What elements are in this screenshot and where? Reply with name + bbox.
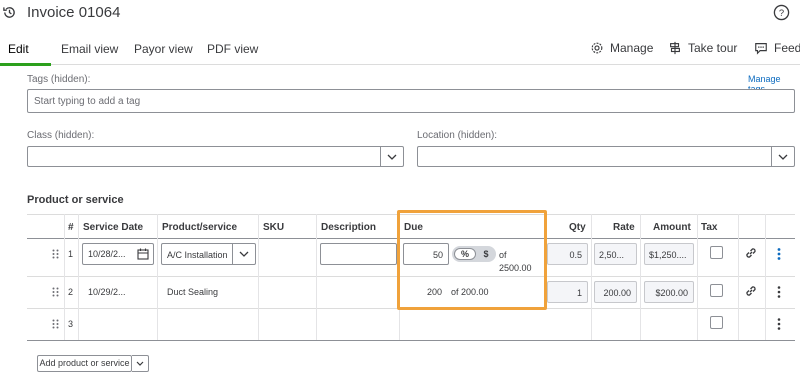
header-product-service: Product/service (162, 222, 238, 233)
feedback-icon (755, 43, 767, 55)
tab-pdf-view[interactable]: PDF view (207, 42, 258, 56)
product-value: A/C Installation (167, 250, 228, 260)
link-icon[interactable] (744, 246, 758, 260)
qty-value: 1 (576, 288, 582, 298)
location-label: Location (hidden): (417, 130, 498, 141)
service-date-value: 10/28/2... (88, 249, 126, 259)
take-tour-button[interactable]: Take tour (668, 41, 737, 55)
drag-handle-icon[interactable] (52, 287, 59, 297)
col-divider (258, 214, 259, 340)
amount-value: $1,250.... (649, 250, 687, 260)
tab-email-view[interactable]: Email view (61, 42, 118, 56)
col-divider (640, 214, 641, 340)
row-number: 2 (68, 287, 74, 297)
product-value[interactable]: Duct Sealing (167, 287, 218, 297)
add-product-dropdown[interactable] (132, 355, 149, 372)
history-icon[interactable] (2, 5, 17, 20)
feedback-label: Feedb (774, 41, 800, 55)
header-amount: Amount (653, 222, 691, 233)
qty-input[interactable]: 0.5 (547, 243, 588, 265)
feedback-button[interactable]: Feedb (754, 41, 800, 55)
col-divider (64, 214, 65, 340)
product-select[interactable]: A/C Installation (161, 243, 256, 265)
chevron-down-icon (136, 361, 144, 366)
qty-value: 0.5 (569, 250, 582, 260)
header-num: # (68, 222, 74, 233)
rate-value: 200.00 (603, 288, 631, 298)
tab-payor-view[interactable]: Payor view (134, 42, 193, 56)
table-bottom-border (27, 340, 795, 341)
add-product-button[interactable]: Add product or service (37, 355, 132, 372)
more-options-icon[interactable] (777, 248, 781, 260)
service-date-input[interactable]: 10/28/2... (82, 243, 154, 265)
header-sku: SKU (263, 222, 285, 233)
active-tab-indicator (0, 63, 51, 66)
page-title: Invoice 01064 (27, 4, 121, 21)
service-date-value[interactable]: 10/29/2... (88, 287, 126, 297)
manage-button[interactable]: Manage (590, 41, 653, 55)
col-divider (591, 214, 592, 340)
calendar-icon[interactable] (137, 248, 149, 260)
tax-checkbox[interactable] (710, 316, 723, 329)
tax-checkbox[interactable] (710, 284, 723, 297)
class-label: Class (hidden): (27, 130, 95, 141)
amount-input[interactable]: $200.00 (644, 281, 694, 303)
manage-label: Manage (610, 41, 654, 55)
tags-label: Tags (hidden): (27, 74, 91, 85)
chevron-down-icon[interactable] (380, 147, 403, 166)
tags-input[interactable]: Start typing to add a tag (27, 89, 795, 113)
chevron-down-icon[interactable] (232, 244, 255, 264)
rate-input[interactable]: 2,50... (594, 243, 637, 265)
drag-handle-icon[interactable] (52, 319, 59, 329)
tax-checkbox[interactable] (710, 246, 723, 259)
col-divider (78, 214, 79, 340)
header-description: Description (321, 222, 377, 233)
col-divider (738, 214, 739, 340)
amount-value: $200.00 (655, 288, 688, 298)
amount-input[interactable]: $1,250.... (644, 243, 694, 265)
gear-icon (591, 42, 603, 54)
header-rate: Rate (613, 222, 635, 233)
section-title: Product or service (27, 194, 124, 206)
tab-edit[interactable]: Edit (8, 42, 29, 56)
class-select[interactable] (27, 146, 404, 167)
view-tabs: Edit Email view Payor view PDF view Mana… (0, 33, 800, 65)
rate-value: 2,50... (599, 250, 625, 260)
col-divider (157, 214, 158, 340)
help-icon[interactable]: ? (773, 4, 790, 21)
due-column-highlight (397, 210, 547, 310)
more-options-icon[interactable] (777, 286, 781, 298)
header-qty: Qty (569, 222, 586, 233)
col-divider (316, 214, 317, 340)
drag-handle-icon[interactable] (52, 249, 59, 259)
qty-input[interactable]: 1 (547, 281, 588, 303)
row-number: 1 (68, 249, 74, 259)
header-tax: Tax (701, 222, 718, 233)
col-divider (697, 214, 698, 340)
take-tour-label: Take tour (688, 41, 738, 55)
svg-text:?: ? (779, 8, 784, 19)
col-divider (765, 214, 766, 340)
description-input[interactable] (320, 243, 397, 265)
rate-input[interactable]: 200.00 (594, 281, 637, 303)
header-service-date: Service Date (83, 222, 144, 233)
tags-placeholder: Start typing to add a tag (34, 96, 141, 107)
row-number: 3 (68, 319, 74, 329)
signpost-icon (670, 41, 680, 55)
location-select[interactable] (417, 146, 795, 167)
more-options-icon[interactable] (777, 318, 781, 330)
link-icon[interactable] (744, 284, 758, 298)
chevron-down-icon[interactable] (771, 147, 794, 166)
